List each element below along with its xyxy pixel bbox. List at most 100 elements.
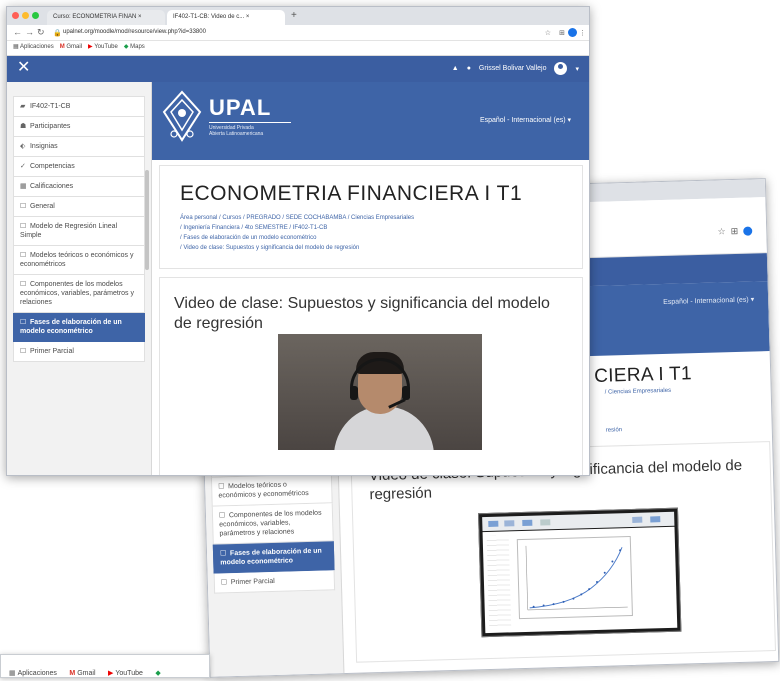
bookmark-apps[interactable]: ▦ Aplicaciones	[13, 43, 54, 50]
sidebar-item[interactable]: ☐ General	[13, 197, 145, 217]
new-tab-button[interactable]: +	[291, 10, 297, 21]
reload-icon[interactable]: ↻	[37, 27, 45, 38]
sidebar-item[interactable]: ☐ Componentes de los modelos económicos,…	[211, 503, 334, 545]
address-bar: ← → ↻ 🔒 upalnet.org/moodle/mod/resource/…	[7, 25, 589, 41]
apps-grid-icon: ▦	[13, 44, 19, 50]
sidebar-item-label: Componentes de los modelos económicos, v…	[219, 509, 322, 538]
sidebar-item-label: Fases de elaboración de un modelo econom…	[220, 547, 322, 567]
bell-icon[interactable]: ▲	[452, 65, 459, 72]
profile-icon[interactable]	[568, 28, 577, 37]
star-icon[interactable]: ☆	[717, 226, 725, 236]
menu-kebab-icon[interactable]: ⋮	[579, 29, 586, 37]
breadcrumb-partial[interactable]: / Ciencias Empresariales	[605, 388, 672, 396]
bookmark-maps-partial[interactable]: ◆	[155, 669, 160, 677]
chat-icon[interactable]: ●	[467, 65, 471, 72]
logo-name: UPAL	[209, 95, 272, 120]
user-menu: ▲ ● Grissel Bolivar Vallejo ▾	[452, 62, 579, 75]
bookmark-gmail[interactable]: M Gmail	[60, 44, 82, 50]
sidebar-item-icon: ☐	[20, 223, 27, 230]
sidebar-item[interactable]: ☐ Fases de elaboración de un modelo econ…	[13, 313, 145, 342]
upal-logo[interactable]: UPAL Universidad Privada Abierta Latinoa…	[160, 90, 291, 144]
profile-icon[interactable]	[743, 226, 753, 236]
tab-video[interactable]: IF402-T1-CB: Video de c... ×	[167, 10, 285, 25]
chevron-down-icon[interactable]: ▾	[575, 65, 579, 73]
back-arrow-icon[interactable]: ←	[13, 27, 22, 37]
course-sidebar-back: Lineal Simple☐ Modelos teóricos o económ…	[204, 453, 345, 678]
minimize-window-button[interactable]	[22, 12, 29, 19]
video-frame-spreadsheet[interactable]	[478, 507, 682, 638]
sidebar-item[interactable]: ✓ Competencias	[13, 157, 145, 177]
sidebar-item-icon: ▦	[20, 183, 27, 190]
sidebar-item[interactable]: ☐ Modelos teóricos o económicos y econom…	[210, 474, 333, 507]
extensions-icon[interactable]: ⊞	[731, 226, 739, 236]
sidebar-item-icon: ☐	[20, 319, 27, 326]
toolbar-icons: ☆ ⊞	[717, 225, 753, 237]
bookmark-apps[interactable]: ▦ Aplicaciones	[9, 669, 57, 678]
maximize-window-button[interactable]	[32, 12, 39, 19]
language-menu[interactable]: Español - Internacional (es) ▾	[663, 295, 754, 306]
sidebar-item[interactable]: ☐ Fases de elaboración de un modelo econ…	[212, 541, 335, 574]
sidebar-item-label: General	[29, 203, 55, 210]
curve-chart-icon	[525, 545, 628, 611]
sidebar-item-icon: ☐	[20, 281, 27, 288]
sidebar-item[interactable]: ☐ Modelos teóricos o económicos y econom…	[13, 246, 145, 275]
sidebar-item[interactable]: ☐ Componentes de los modelos económicos,…	[13, 275, 145, 313]
forward-arrow-icon[interactable]: →	[25, 27, 34, 37]
sidebar-item-label: Modelos teóricos o económicos y economét…	[218, 481, 309, 500]
extensions-icon[interactable]: ⊞	[559, 29, 565, 37]
sidebar-scrollbar[interactable]	[145, 170, 149, 270]
sidebar-item[interactable]: ▰ IF402-T1-CB	[13, 96, 145, 117]
bookmark-maps[interactable]: ◆ Maps	[124, 43, 145, 50]
close-window-button[interactable]	[12, 12, 19, 19]
close-drawer-icon[interactable]: ✕	[17, 59, 30, 77]
sidebar-item-label: Participantes	[29, 123, 71, 130]
tab-bar: Curso: ECONOMETRIA FINAN × IF402-T1-CB: …	[7, 7, 589, 25]
page-title: ECONOMETRIA FINANCIERA I T1	[180, 182, 523, 205]
user-name[interactable]: Grissel Bolivar Vallejo	[479, 65, 547, 72]
sidebar-item[interactable]: ⬖ Insignias	[13, 137, 145, 157]
sidebar-item-icon: ☐	[218, 483, 225, 491]
course-header-card: ECONOMETRIA FINANCIERA I T1 Área persona…	[159, 165, 583, 269]
sidebar-item-icon: ▰	[20, 103, 26, 110]
moodle-navbar: ✕ ▲ ● Grissel Bolivar Vallejo ▾	[7, 56, 589, 82]
breadcrumb-partial-2[interactable]: resión	[606, 427, 623, 433]
spreadsheet-sheet	[482, 526, 678, 634]
bookmark-youtube[interactable]: ▶ YouTube	[88, 43, 118, 50]
avatar[interactable]	[554, 62, 568, 75]
breadcrumb-line-1[interactable]: Área personal / Cursos / PREGRADO / SEDE…	[180, 214, 414, 222]
gmail-icon: M	[59, 43, 65, 50]
bookmarks-bar-back: ▦ Aplicaciones M Gmail ▶ YouTube ◆	[0, 654, 210, 678]
sidebar-item[interactable]: ▦ Calificaciones	[13, 177, 145, 197]
sidebar-item-label: Fases de elaboración de un modelo econom…	[20, 319, 122, 335]
sidebar-item-icon: ☗	[20, 123, 27, 130]
sidebar-item-label: Insignias	[29, 143, 58, 150]
logo-subtitle-2: Abierta Latinoamericana	[209, 131, 264, 137]
browser-window-front: Curso: ECONOMETRIA FINAN × IF402-T1-CB: …	[6, 6, 590, 476]
tab-course[interactable]: Curso: ECONOMETRIA FINAN ×	[47, 10, 165, 25]
bookmark-youtube[interactable]: ▶ YouTube	[108, 669, 143, 678]
course-title-partial: CIERA I T1	[593, 363, 693, 387]
breadcrumb-line-4[interactable]: / Video de clase: Supuestos y significan…	[180, 244, 359, 252]
sidebar-item[interactable]: ☐ Modelo de Regresión Lineal Simple	[13, 217, 145, 246]
language-menu[interactable]: Español - Internacional (es) ▾	[480, 116, 571, 124]
breadcrumb-line-3[interactable]: / Fases de elaboración de un modelo econ…	[180, 234, 316, 242]
star-icon[interactable]: ☆	[545, 29, 551, 37]
sidebar-item-label: Primer Parcial	[230, 577, 275, 587]
apps-grid-icon: ▦	[9, 670, 16, 677]
sidebar-item[interactable]: ☗ Participantes	[13, 117, 145, 137]
breadcrumb-line-2[interactable]: / Ingeniería Financiera / 4to SEMESTRE /…	[180, 224, 327, 232]
sidebar-item-label: IF402-T1-CB	[29, 103, 71, 110]
sidebar-item-label: Componentes de los modelos económicos, v…	[20, 281, 134, 306]
sidebar-item-icon: ✓	[20, 163, 26, 170]
sidebar-item[interactable]: ☐ Primer Parcial	[13, 342, 145, 362]
video-player[interactable]	[278, 334, 482, 450]
sidebar-item-icon: ☐	[20, 348, 27, 355]
bookmark-gmail[interactable]: M Gmail	[69, 670, 95, 677]
youtube-icon: ▶	[88, 44, 93, 50]
sidebar-item[interactable]: ☐ Primer Parcial	[213, 570, 336, 594]
sidebar-item-label: Primer Parcial	[29, 348, 74, 355]
video-title: Video de clase: Supuestos y significanci…	[174, 295, 550, 332]
gmail-icon: M	[69, 670, 76, 677]
sidebar-item-icon: ☐	[220, 579, 228, 587]
url-field[interactable]: upalnet.org/moodle/mod/resource/view.php…	[63, 29, 206, 35]
